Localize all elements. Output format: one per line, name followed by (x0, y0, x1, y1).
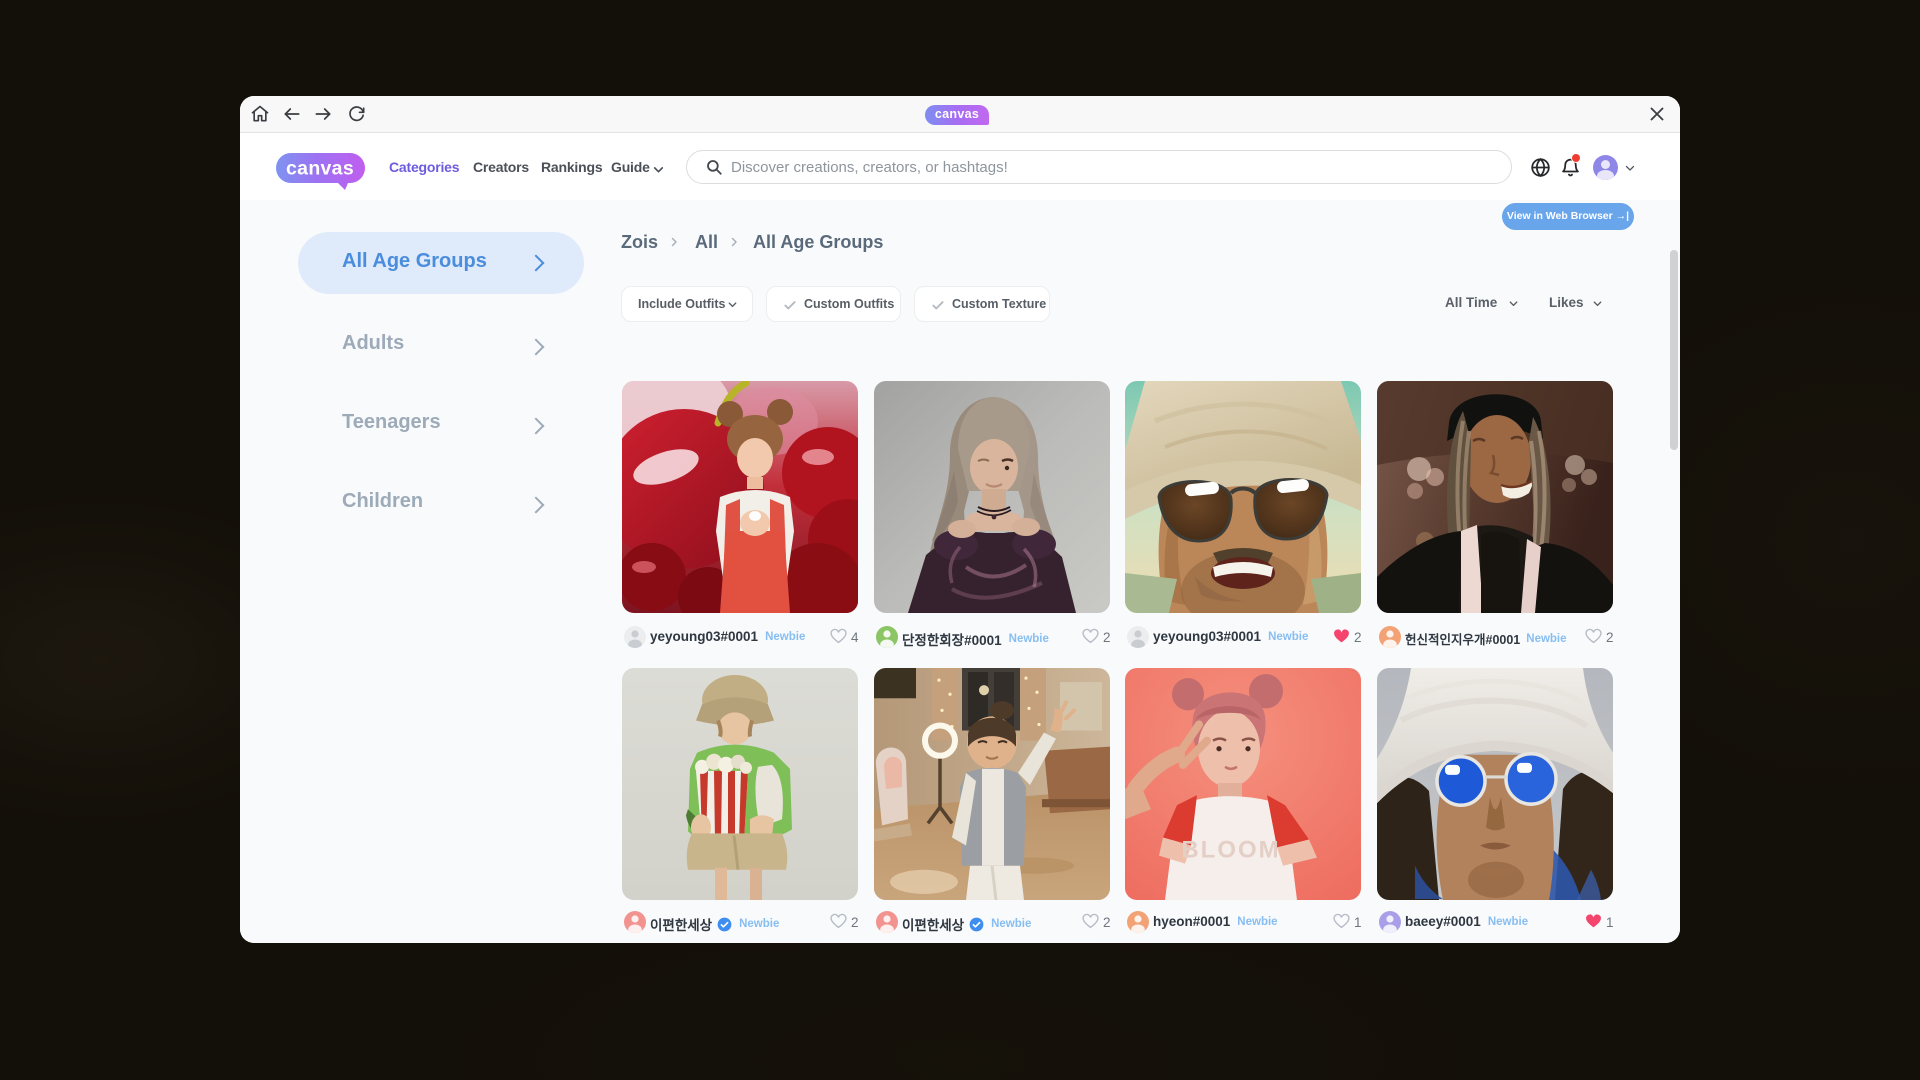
svg-text:canvas: canvas (286, 158, 354, 180)
svg-text:BLOOM: BLOOM (1181, 837, 1280, 864)
